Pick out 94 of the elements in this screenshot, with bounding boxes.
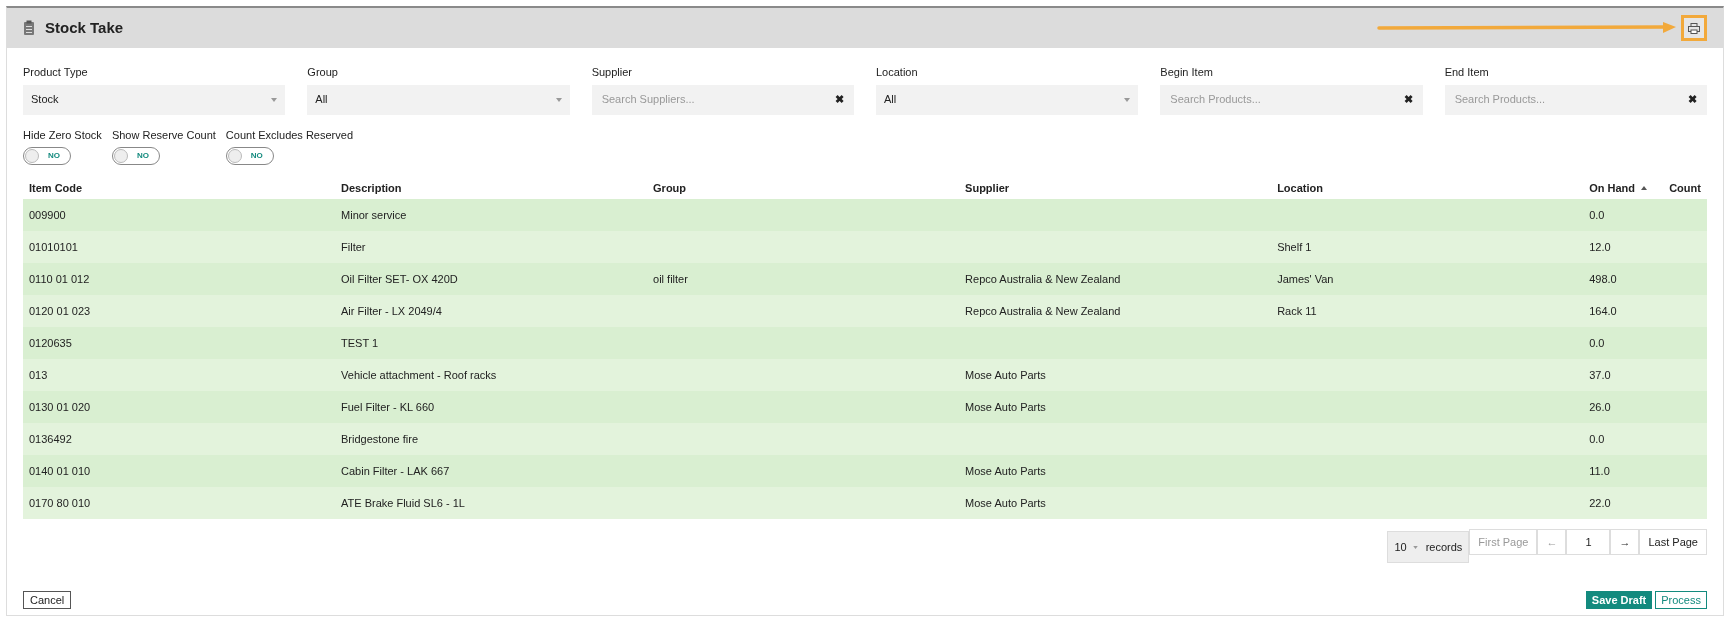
column-header[interactable]: Description [341, 179, 402, 197]
next-button[interactable]: → [1610, 529, 1640, 555]
table-row[interactable]: 0110 01 012 Oil Filter SET- OX 420D oil filter Repco Australia & New Zealand James' Van 498.0 [23, 263, 1707, 295]
process-button[interactable]: Process [1655, 591, 1707, 609]
clear-button[interactable]: ✖ [835, 91, 844, 108]
column-header[interactable]: Location [1277, 179, 1323, 197]
table-cell: Vehicle attachment - Roof racks [341, 368, 497, 381]
table-cell: 12.0 [1589, 240, 1611, 253]
table-cell: 0170 80 010 [29, 496, 91, 509]
table-cell: Mose Auto Parts [965, 496, 1046, 509]
table-cell: Bridgestone fire [341, 432, 419, 445]
table-cell: 26.0 [1589, 400, 1611, 413]
column-header[interactable]: Count [1669, 179, 1701, 197]
search-field[interactable]: Search Products... ✖ [1444, 84, 1707, 115]
field-label: Product Type [23, 65, 89, 80]
select-field[interactable]: All [876, 84, 1139, 115]
table-cell: 0120 01 023 [29, 304, 91, 317]
clipboard-icon [23, 20, 35, 36]
table-cell: 0130 01 020 [29, 400, 91, 413]
table-row[interactable]: 013 Vehicle attachment - Roof racks Mose Auto Parts 37.0 [23, 359, 1707, 391]
table-cell: 0140 01 010 [29, 464, 91, 477]
search-field[interactable]: Search Suppliers... ✖ [591, 84, 854, 115]
table-cell: Mose Auto Parts [965, 368, 1046, 381]
clear-button[interactable]: ✖ [1403, 91, 1413, 108]
table-cell: 009900 [29, 208, 66, 221]
column-header[interactable]: On Hand [1589, 179, 1635, 197]
table-cell: 0.0 [1589, 208, 1605, 221]
table-row[interactable]: 0170 80 010 ATE Brake Fluid SL6 - 1L Mose Auto Parts 22.0 [23, 487, 1707, 519]
caret-icon [1412, 545, 1418, 549]
table-row[interactable]: 0120 01 023 Air Filter - LX 2049/4 Repco Australia & New Zealand Rack 11 164.0 [23, 295, 1707, 327]
records-label: records [1425, 539, 1463, 555]
table-cell: Rack 11 [1277, 304, 1317, 317]
table-cell: 013 [29, 368, 48, 381]
table-cell: Repco Australia & New Zealand [965, 272, 1121, 285]
table-row[interactable]: 0120635 TEST 1 0.0 [23, 327, 1707, 359]
field-label: Supplier [591, 65, 633, 80]
table-cell: Mose Auto Parts [965, 464, 1046, 477]
table-cell: Air Filter - LX 2049/4 [341, 304, 442, 317]
field-label: End Item [1444, 65, 1490, 80]
print-button[interactable] [1681, 15, 1707, 41]
table-cell: 22.0 [1589, 496, 1611, 509]
table-row[interactable]: 0140 01 010 Cabin Filter - LAK 667 Mose Auto Parts 11.0 [23, 455, 1707, 487]
select-field[interactable]: All [307, 84, 570, 115]
table-cell: 37.0 [1589, 368, 1611, 381]
page-size-select[interactable]: 10 [1394, 538, 1418, 556]
table-cell: Fuel Filter - KL 660 [341, 400, 435, 413]
table-cell: TEST 1 [341, 336, 379, 349]
page-field[interactable]: 1 [1566, 529, 1611, 555]
table-cell: James' Van [1277, 272, 1334, 285]
toggle-switch[interactable]: NO [23, 147, 71, 165]
table-row[interactable]: 0136492 Bridgestone fire 0.0 [23, 423, 1707, 455]
table-cell: 01010101 [29, 240, 78, 253]
column-header[interactable]: Supplier [965, 179, 1010, 197]
toggle-label: Count Excludes Reserved [225, 127, 353, 143]
save-draft-button[interactable]: Save Draft [1585, 591, 1653, 609]
field-label: Begin Item [1160, 65, 1214, 80]
table-cell: 0.0 [1589, 432, 1605, 445]
table-cell: 164.0 [1589, 304, 1617, 317]
table-cell: Minor service [341, 208, 407, 221]
field-label: Group [307, 65, 339, 80]
last-page-button[interactable]: Last Page [1639, 529, 1707, 555]
table-row[interactable]: 01010101 Filter Shelf 1 12.0 [23, 231, 1707, 263]
select-field[interactable]: Stock [23, 84, 286, 115]
table-cell: 0.0 [1589, 336, 1605, 349]
caret-icon [271, 97, 278, 102]
table-cell: ATE Brake Fluid SL6 - 1L [341, 496, 465, 509]
table-cell: Mose Auto Parts [965, 400, 1046, 413]
caret-icon [1124, 97, 1131, 102]
print-icon [1688, 22, 1700, 34]
table-cell: 0120635 [29, 336, 72, 349]
table-row[interactable]: 0130 01 020 Fuel Filter - KL 660 Mose Auto Parts 26.0 [23, 391, 1707, 423]
column-header[interactable]: Item Code [29, 179, 83, 197]
table-cell: 498.0 [1589, 272, 1617, 285]
field-label: Location [876, 65, 919, 80]
page-title: Stock Take [45, 17, 124, 38]
table-row[interactable]: 009900 Minor service 0.0 [23, 199, 1707, 231]
table-cell: Repco Australia & New Zealand [965, 304, 1121, 317]
toggle-label: Show Reserve Count [111, 127, 216, 143]
caret-icon [555, 97, 562, 102]
search-field[interactable]: Search Products... ✖ [1160, 84, 1423, 115]
table-cell: 0110 01 012 [29, 272, 90, 285]
table-cell: 0136492 [29, 432, 72, 445]
table-cell: Shelf 1 [1277, 240, 1312, 253]
column-header[interactable]: Group [653, 179, 687, 197]
table-cell: Cabin Filter - LAK 667 [341, 464, 450, 477]
toggle-label: Hide Zero Stock [23, 127, 102, 143]
toggle-switch[interactable]: NO [111, 147, 160, 165]
table-cell: Oil Filter SET- OX 420D [341, 272, 458, 285]
toggle-switch[interactable]: NO [225, 147, 274, 165]
table-cell: 11.0 [1589, 464, 1610, 477]
clear-button[interactable]: ✖ [1688, 91, 1697, 108]
table-cell: Filter [341, 240, 366, 253]
cancel-button[interactable]: Cancel [23, 591, 72, 609]
table-cell: oil filter [653, 272, 688, 285]
